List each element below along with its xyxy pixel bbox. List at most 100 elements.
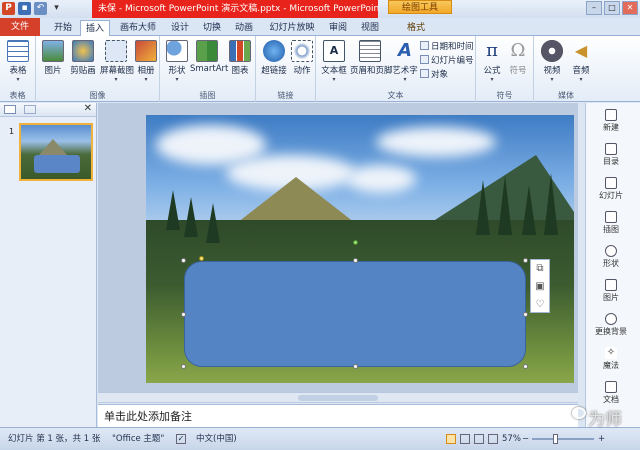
rounded-rectangle-shape[interactable] bbox=[184, 261, 526, 367]
list-icon bbox=[605, 143, 617, 155]
object-button[interactable]: 对象 bbox=[420, 68, 448, 80]
close-pane-icon[interactable]: ✕ bbox=[84, 103, 92, 114]
tab-canvas-master[interactable]: 画布大师 bbox=[114, 20, 162, 36]
resize-handle-se[interactable] bbox=[523, 364, 528, 369]
save-icon[interactable]: ▪ bbox=[18, 2, 31, 15]
equation-button[interactable]: π 公式 ▾ bbox=[480, 40, 504, 83]
panel-item-toc[interactable]: 目录 bbox=[586, 143, 636, 167]
scroll-thumb[interactable] bbox=[298, 395, 378, 401]
normal-view-icon[interactable] bbox=[446, 434, 456, 444]
panel-item-document[interactable]: 文档 bbox=[586, 381, 636, 405]
panel-item-label: 图片 bbox=[603, 293, 619, 302]
minimize-icon[interactable]: – bbox=[586, 1, 602, 15]
tab-file[interactable]: 文件 bbox=[0, 18, 40, 36]
language-status[interactable]: 中文(中国) bbox=[196, 428, 237, 450]
group-link: 超链接 动作 链接 bbox=[256, 36, 316, 102]
zoom-slider-knob[interactable] bbox=[553, 434, 558, 444]
maximize-icon[interactable]: □ bbox=[604, 1, 620, 15]
tab-view[interactable]: 视图 bbox=[356, 20, 384, 36]
textbox-button[interactable]: A 文本框 ▾ bbox=[320, 40, 348, 83]
slides-tab-icon[interactable] bbox=[4, 105, 16, 114]
wordart-button[interactable]: A 艺术字 ▾ bbox=[392, 40, 418, 83]
video-button[interactable]: 视频 ▾ bbox=[538, 40, 566, 83]
resize-handle-n[interactable] bbox=[353, 258, 358, 263]
shapes-button[interactable]: 形状 ▾ bbox=[164, 40, 190, 83]
powerpoint-logo-icon[interactable]: P bbox=[2, 2, 15, 15]
tab-slideshow[interactable]: 幻灯片放映 bbox=[264, 20, 320, 36]
slide-number-button[interactable]: 幻灯片编号 bbox=[420, 54, 474, 66]
tab-format[interactable]: 格式 bbox=[394, 20, 438, 36]
omega-icon: Ω bbox=[510, 40, 526, 61]
panel-item-pictures[interactable]: 图片 bbox=[586, 279, 636, 303]
heart-icon[interactable]: ♡ bbox=[531, 296, 549, 314]
resize-handle-ne[interactable] bbox=[523, 258, 528, 263]
header-footer-button[interactable]: 页眉和页脚 bbox=[350, 40, 393, 76]
tab-insert[interactable]: 插入 bbox=[80, 20, 110, 36]
group-label-symbol: 符号 bbox=[496, 91, 513, 100]
group-label-image: 图像 bbox=[89, 91, 106, 100]
clipart-button[interactable]: 剪贴画 bbox=[68, 40, 98, 76]
panel-item-illustration[interactable]: 插图 bbox=[586, 211, 636, 235]
rotate-handle[interactable] bbox=[353, 240, 358, 245]
resize-handle-w[interactable] bbox=[181, 312, 186, 317]
slide-number-label: 幻灯片编号 bbox=[431, 56, 474, 66]
album-label: 相册 bbox=[137, 66, 155, 76]
spellcheck-icon[interactable]: ✓ bbox=[176, 434, 186, 444]
theme-status[interactable]: "Office 主题" bbox=[112, 428, 164, 450]
action-icon bbox=[291, 40, 313, 62]
slideshow-view-icon[interactable] bbox=[488, 434, 498, 444]
cloud bbox=[376, 127, 496, 157]
zoom-out-icon[interactable]: − bbox=[522, 428, 529, 450]
resize-handle-s[interactable] bbox=[353, 364, 358, 369]
object-icon bbox=[420, 69, 429, 78]
horizontal-scrollbar[interactable] bbox=[98, 392, 578, 402]
datetime-button[interactable]: 日期和时间 bbox=[420, 40, 474, 52]
audio-button[interactable]: ◀ 音频 ▾ bbox=[568, 40, 594, 83]
resize-handle-nw[interactable] bbox=[181, 258, 186, 263]
video-label: 视频 bbox=[543, 66, 561, 76]
zoom-level[interactable]: 57% bbox=[502, 428, 521, 450]
action-button[interactable]: 动作 bbox=[290, 40, 314, 76]
group-media: 视频 ▾ ◀ 音频 ▾ 媒体 bbox=[534, 36, 598, 102]
plugin-side-panel: 新建 目录 幻灯片 插图 形状 图片 更换背景 ✧ 魔法 文档 bbox=[585, 103, 640, 427]
slide[interactable] bbox=[146, 115, 574, 383]
reading-view-icon[interactable] bbox=[474, 434, 484, 444]
notes-pane[interactable]: 单击此处添加备注 bbox=[98, 404, 578, 427]
symbol-button[interactable]: Ω 符号 bbox=[506, 40, 530, 76]
panel-item-magic[interactable]: ✧ 魔法 bbox=[586, 347, 636, 371]
film-reel-icon bbox=[541, 40, 563, 62]
panel-item-new[interactable]: 新建 bbox=[586, 109, 636, 133]
tab-home[interactable]: 开始 bbox=[48, 20, 78, 36]
close-icon[interactable]: ✕ bbox=[622, 1, 638, 15]
picture-options-icon[interactable]: ▣ bbox=[531, 278, 549, 296]
resize-handle-e[interactable] bbox=[523, 312, 528, 317]
dropdown-arrow-icon: ▾ bbox=[403, 76, 407, 83]
tab-transitions[interactable]: 切换 bbox=[198, 20, 226, 36]
layout-options-icon[interactable]: ⧉ bbox=[531, 260, 549, 278]
window-controls: – □ ✕ bbox=[586, 1, 638, 15]
smartart-button[interactable]: SmartArt bbox=[190, 40, 228, 74]
panel-item-shapes[interactable]: 形状 bbox=[586, 245, 636, 269]
outline-tab-icon[interactable] bbox=[24, 105, 36, 114]
hyperlink-button[interactable]: 超链接 bbox=[260, 40, 288, 76]
slides-panel: ✕ 1 bbox=[0, 103, 97, 427]
dropdown-arrow-icon: ▾ bbox=[114, 76, 118, 83]
tab-design[interactable]: 设计 bbox=[166, 20, 194, 36]
adjust-handle[interactable] bbox=[199, 256, 204, 261]
panel-item-slide[interactable]: 幻灯片 bbox=[586, 177, 636, 201]
customize-qat-icon[interactable]: ▾ bbox=[50, 2, 63, 15]
undo-icon[interactable]: ↶ bbox=[34, 2, 47, 15]
resize-handle-sw[interactable] bbox=[181, 364, 186, 369]
slide-sorter-icon[interactable] bbox=[460, 434, 470, 444]
slide-thumbnail[interactable] bbox=[19, 123, 93, 181]
thumb-mountain bbox=[39, 139, 67, 155]
picture-button[interactable]: 图片 bbox=[40, 40, 66, 76]
panel-item-change-background[interactable]: 更换背景 bbox=[586, 313, 636, 337]
screenshot-button[interactable]: 屏幕截图 ▾ bbox=[100, 40, 134, 83]
tab-animations[interactable]: 动画 bbox=[230, 20, 258, 36]
table-button[interactable]: 表格 ▾ bbox=[4, 40, 32, 83]
tab-review[interactable]: 审阅 bbox=[324, 20, 352, 36]
album-button[interactable]: 相册 ▾ bbox=[134, 40, 158, 83]
action-label: 动作 bbox=[293, 66, 311, 76]
chart-button[interactable]: 图表 bbox=[228, 40, 252, 76]
